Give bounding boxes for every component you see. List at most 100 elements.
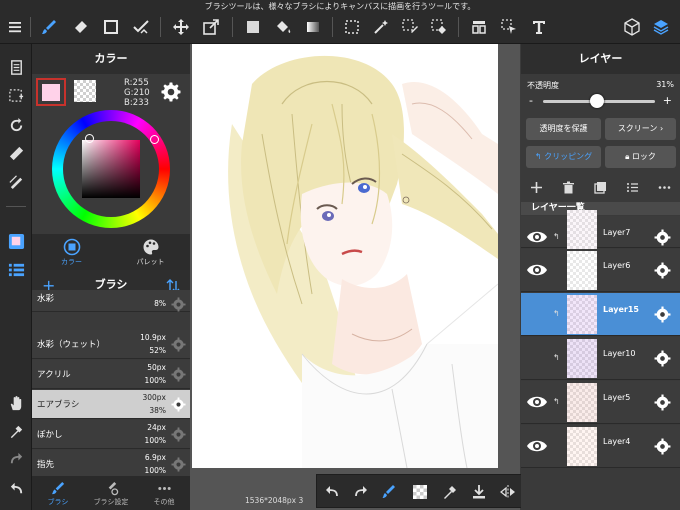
layer-settings-gear-icon[interactable]	[654, 262, 671, 279]
eye-icon[interactable]	[526, 229, 548, 245]
undo-icon[interactable]	[5, 478, 27, 500]
drawing-canvas[interactable]	[192, 44, 498, 468]
layer-settings-gear-icon[interactable]	[654, 350, 671, 367]
brush-item[interactable]: 水彩（ウェット） 10.9px 52%	[32, 330, 190, 359]
brush-size: 10.9px	[140, 333, 166, 342]
saturation-value-square[interactable]	[82, 140, 140, 198]
delete-layer-icon[interactable]	[559, 178, 577, 196]
undo-icon[interactable]	[321, 481, 343, 503]
opacity-decrease-button[interactable]: -	[529, 94, 533, 107]
hand-icon[interactable]	[5, 392, 27, 414]
snap-icon[interactable]	[5, 170, 27, 192]
transform-icon[interactable]	[200, 16, 222, 38]
eyedropper-icon[interactable]	[439, 481, 461, 503]
layer-list-icon[interactable]	[623, 178, 641, 196]
auto-select-icon[interactable]	[130, 16, 152, 38]
eye-icon[interactable]	[526, 262, 548, 278]
tab-color[interactable]: カラー	[32, 234, 111, 270]
color-wheel[interactable]	[52, 110, 170, 228]
eye-icon[interactable]	[526, 438, 548, 454]
layers-icon[interactable]	[650, 16, 672, 38]
bucket-icon[interactable]	[272, 16, 294, 38]
layer-row[interactable]: ↰ Layer10	[521, 337, 680, 380]
layer-row[interactable]: ↰ Layer15	[521, 293, 680, 336]
brush-eraser-toggle-icon[interactable]	[379, 481, 401, 503]
more-icon[interactable]	[655, 178, 673, 196]
color-panel-toggle-icon[interactable]	[5, 230, 27, 252]
protect-alpha-button[interactable]: 透明度を保護	[526, 118, 601, 140]
gradient-icon[interactable]	[302, 16, 324, 38]
tab-palette[interactable]: パレット	[111, 234, 190, 270]
brush-icon[interactable]	[38, 16, 60, 38]
pages-icon[interactable]	[5, 56, 27, 78]
brush-settings-gear-icon[interactable]	[171, 297, 186, 312]
opacity-slider[interactable]	[543, 94, 655, 108]
blend-mode-label: スクリーン	[617, 124, 658, 133]
eraser-icon[interactable]	[70, 16, 92, 38]
select-move-icon[interactable]	[498, 16, 520, 38]
main-color-swatch[interactable]	[36, 78, 66, 106]
rotate-icon[interactable]	[5, 114, 27, 136]
sub-color-swatch[interactable]	[74, 80, 96, 102]
layer-settings-gear-icon[interactable]	[654, 306, 671, 323]
duplicate-layer-icon[interactable]	[591, 178, 609, 196]
magic-wand-icon[interactable]	[370, 16, 392, 38]
brush-settings-gear-icon[interactable]	[171, 337, 186, 352]
brush-size: 6.9px	[144, 453, 166, 462]
select-rect-icon[interactable]	[341, 16, 363, 38]
brush-name: ぼかし	[37, 430, 63, 440]
clipping-label: クリッピング	[544, 152, 593, 161]
color-settings-gear-icon[interactable]	[161, 82, 181, 102]
layer-name: Layer5	[603, 393, 631, 402]
brush-settings-gear-icon[interactable]	[171, 367, 186, 382]
menu-icon[interactable]	[4, 16, 26, 38]
text-icon[interactable]	[528, 16, 550, 38]
brush-item[interactable]: 水彩 8%	[32, 290, 190, 312]
opacity-increase-button[interactable]: +	[663, 94, 672, 107]
select-eraser-icon[interactable]	[428, 16, 450, 38]
layer-row[interactable]: Layer4	[521, 425, 680, 468]
layer-settings-gear-icon[interactable]	[654, 394, 671, 411]
layer-row[interactable]: ↰ Layer7	[521, 210, 680, 249]
layout-icon[interactable]	[468, 16, 490, 38]
sv-handle[interactable]	[85, 134, 94, 143]
brush-settings-gear-icon[interactable]	[171, 457, 186, 472]
layer-settings-gear-icon[interactable]	[654, 438, 671, 455]
layer-row[interactable]: ↰ Layer5	[521, 381, 680, 424]
select-pen-icon[interactable]	[399, 16, 421, 38]
tab-other[interactable]: その他	[138, 476, 190, 510]
color-swatch-icon[interactable]	[409, 481, 431, 503]
tab-brush-label: ブラシ	[47, 498, 69, 506]
fill-color-icon[interactable]	[242, 16, 264, 38]
flip-horizontal-icon[interactable]	[497, 481, 519, 503]
move-icon[interactable]	[170, 16, 192, 38]
brush-item[interactable]: 指先 6.9px 100%	[32, 450, 190, 479]
eyedropper-icon[interactable]	[5, 420, 27, 442]
brush-settings-gear-icon[interactable]	[171, 427, 186, 442]
brush-item[interactable]: アクリル 50px 100%	[32, 360, 190, 389]
layer-settings-gear-icon[interactable]	[654, 229, 671, 246]
blend-mode-button[interactable]: スクリーン ›	[605, 118, 676, 140]
redo-icon[interactable]	[350, 481, 372, 503]
lock-button[interactable]: 🔒︎ ロック	[605, 146, 676, 168]
eye-icon[interactable]	[526, 394, 548, 410]
materials-icon[interactable]	[621, 16, 643, 38]
hue-handle[interactable]	[150, 135, 159, 144]
rectangle-icon[interactable]	[100, 16, 122, 38]
layer-row[interactable]: Layer6	[521, 249, 680, 292]
brush-panel-toggle-icon[interactable]	[5, 258, 27, 280]
clipping-button[interactable]: ↰ クリッピング	[526, 146, 601, 168]
eye-hidden-icon[interactable]	[526, 306, 548, 322]
ruler-icon[interactable]	[5, 142, 27, 164]
opacity-slider-knob[interactable]	[589, 94, 604, 108]
save-download-icon[interactable]	[468, 481, 490, 503]
redo-icon[interactable]	[5, 448, 27, 470]
brush-item[interactable]: エアブラシ 300px 38%	[32, 390, 190, 419]
tab-brush[interactable]: ブラシ	[32, 476, 84, 510]
selection-icon[interactable]	[5, 84, 27, 106]
eye-hidden-icon[interactable]	[526, 350, 548, 366]
brush-item[interactable]: ぼかし 24px 100%	[32, 420, 190, 449]
tab-brush-settings[interactable]: ブラシ設定	[85, 476, 137, 510]
add-layer-icon[interactable]	[527, 178, 545, 196]
brush-settings-gear-icon[interactable]	[171, 397, 186, 412]
